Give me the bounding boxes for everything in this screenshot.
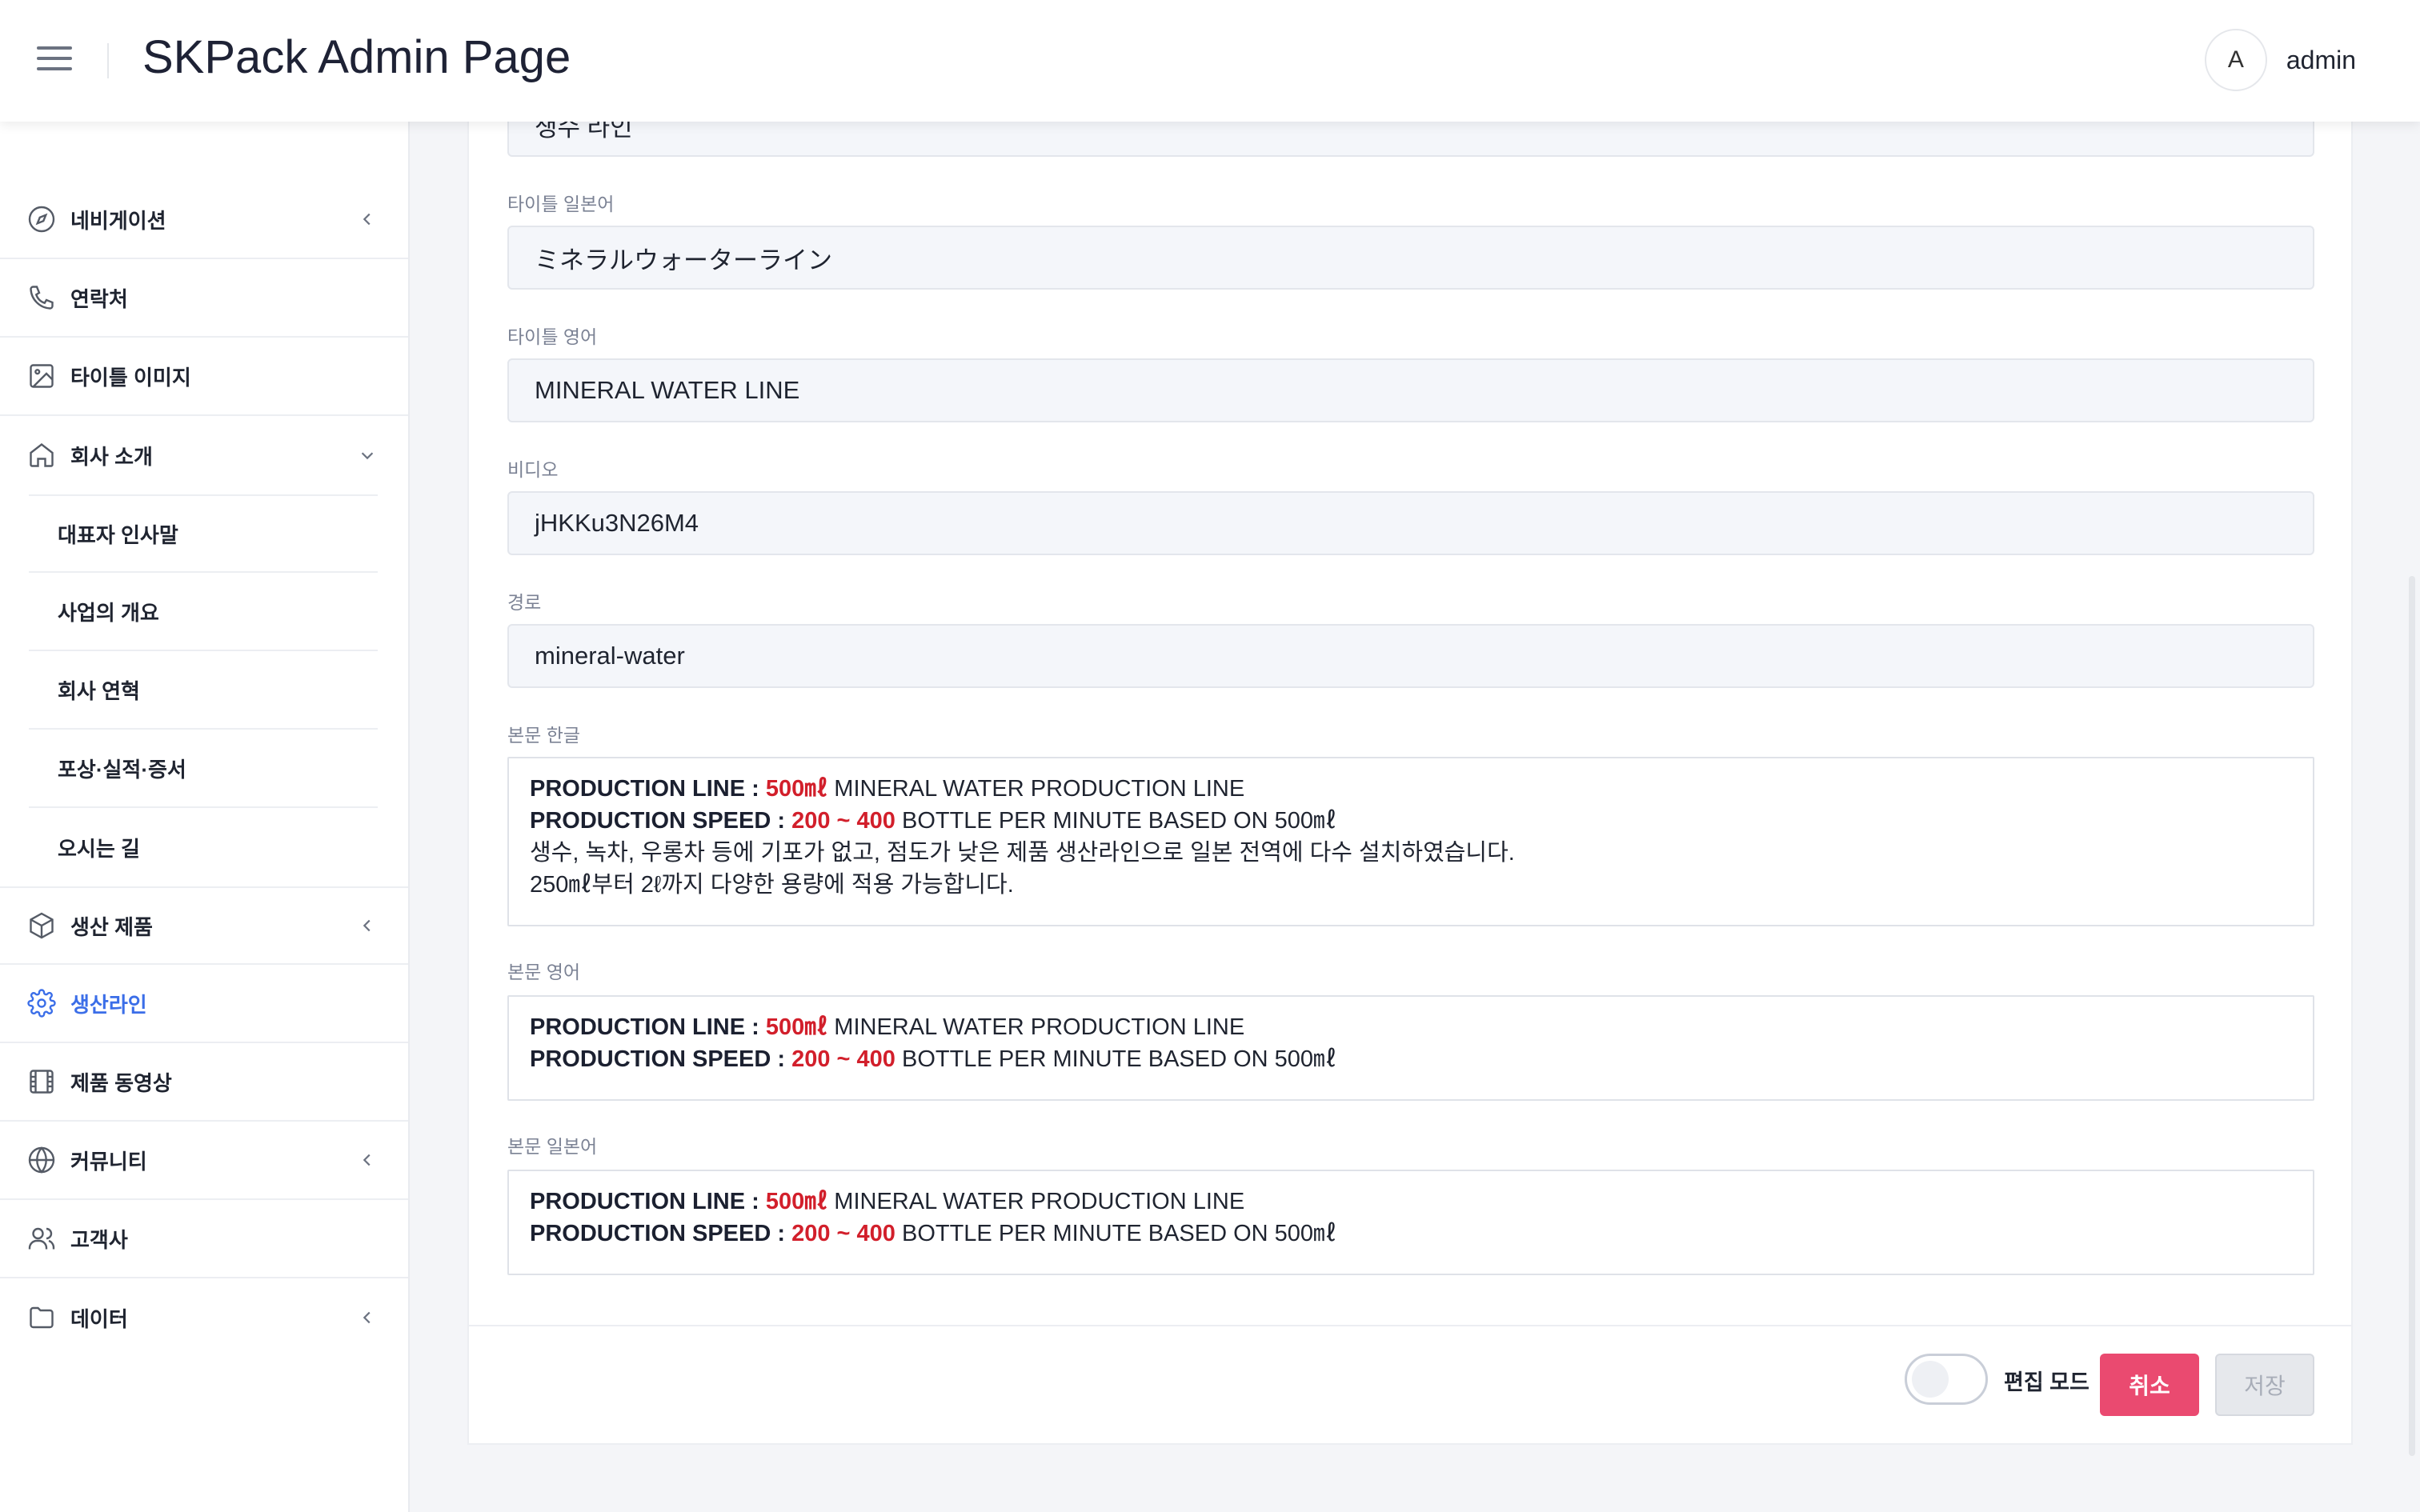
sidebar-subitem-directions[interactable]: 오시는 길: [29, 808, 378, 886]
sidebar-subitem-ceo-greeting[interactable]: 대표자 인사말: [29, 494, 378, 573]
title-jp-label: 타이틀 일본어: [507, 194, 615, 214]
sidebar-item-label: 타이틀 이미지: [70, 365, 191, 390]
sidebar-subitem-label: 회사 연혁: [58, 678, 140, 703]
chevron-left-icon: [359, 210, 376, 228]
body-line: PRODUCTION LINE : 500㎖ MINERAL WATER PRO…: [530, 1189, 1245, 1214]
user-menu[interactable]: A admin: [2204, 29, 2356, 91]
sidebar: 네비게이션 연락처 타이틀 이미지 회사 소개 대표자 인사말 사업의 개요 회…: [0, 122, 410, 1512]
compass-icon: [27, 205, 56, 234]
home-icon: [27, 441, 56, 470]
card-footer-divider: [469, 1325, 2351, 1326]
image-icon: [27, 362, 56, 390]
sidebar-item-label: 네비게이션: [70, 208, 166, 233]
chevron-left-icon: [359, 917, 376, 934]
body-ko-editor[interactable]: PRODUCTION LINE : 500㎖ MINERAL WATER PRO…: [507, 757, 2314, 926]
video-label: 비디오: [507, 459, 559, 480]
chevron-left-icon: [359, 1309, 376, 1326]
title-en-value: MINERAL WATER LINE: [535, 376, 800, 404]
video-value: jHKKu3N26M4: [535, 509, 699, 537]
path-input[interactable]: mineral-water: [507, 624, 2314, 688]
sidebar-item-contact[interactable]: 연락처: [0, 259, 408, 338]
sidebar-item-label: 생산라인: [70, 992, 147, 1017]
path-label: 경로: [507, 592, 542, 613]
body-line: 250㎖부터 2ℓ까지 다양한 용량에 적용 가능합니다.: [530, 872, 1014, 898]
body-line: PRODUCTION SPEED : 200 ~ 400 BOTTLE PER …: [530, 1046, 1337, 1072]
sidebar-subitem-business-overview[interactable]: 사업의 개요: [29, 573, 378, 651]
sidebar-item-title-image[interactable]: 타이틀 이미지: [0, 338, 408, 416]
chevron-left-icon: [359, 1151, 376, 1169]
edit-mode-toggle[interactable]: [1905, 1354, 1988, 1405]
globe-icon: [27, 1146, 56, 1174]
sidebar-subitem-label: 대표자 인사말: [58, 522, 178, 547]
header-divider: [107, 43, 109, 78]
cancel-button[interactable]: 취소: [2100, 1354, 2199, 1416]
sidebar-item-label: 데이터: [70, 1306, 128, 1331]
title-jp-value: ミネラルウォーターライン: [535, 246, 832, 274]
sidebar-item-label: 제품 동영상: [70, 1070, 172, 1095]
sidebar-item-production-line[interactable]: 생산라인: [0, 965, 408, 1043]
sidebar-item-community[interactable]: 커뮤니티: [0, 1122, 408, 1200]
users-icon: [27, 1224, 56, 1253]
body-en-label: 본문 영어: [507, 962, 581, 982]
sidebar-item-product-video[interactable]: 제품 동영상: [0, 1043, 408, 1122]
sidebar-subitem-label: 포상·실적·증서: [58, 757, 186, 782]
body-line: PRODUCTION SPEED : 200 ~ 400 BOTTLE PER …: [530, 808, 1337, 834]
title-en-label: 타이틀 영어: [507, 326, 598, 347]
gear-icon: [27, 989, 56, 1018]
sidebar-item-clients[interactable]: 고객사: [0, 1200, 408, 1278]
edit-mode-label: 편집 모드: [2004, 1370, 2089, 1394]
chevron-down-icon: [359, 446, 376, 464]
avatar[interactable]: A: [2204, 29, 2267, 91]
body-jp-label: 본문 일본어: [507, 1136, 598, 1157]
sidebar-item-label: 커뮤니티: [70, 1149, 147, 1174]
sidebar-item-label: 생산 제품: [70, 914, 153, 939]
path-value: mineral-water: [535, 642, 685, 670]
sidebar-item-label: 고객사: [70, 1227, 128, 1252]
save-button[interactable]: 저장: [2215, 1354, 2314, 1416]
sidebar-subitem-awards[interactable]: 포상·실적·증서: [29, 730, 378, 808]
sidebar-subitem-label: 오시는 길: [58, 836, 140, 861]
phone-icon: [27, 283, 56, 312]
body-line: PRODUCTION LINE : 500㎖ MINERAL WATER PRO…: [530, 1014, 1245, 1040]
scrollbar[interactable]: [2409, 576, 2415, 1456]
body-line: PRODUCTION LINE : 500㎖ MINERAL WATER PRO…: [530, 776, 1245, 802]
sidebar-subitem-label: 사업의 개요: [58, 600, 159, 625]
film-icon: [27, 1067, 56, 1096]
sidebar-item-label: 회사 소개: [70, 444, 153, 469]
toggle-knob: [1912, 1361, 1949, 1398]
body-ko-label: 본문 한글: [507, 725, 581, 746]
box-icon: [27, 911, 56, 940]
title-en-input[interactable]: MINERAL WATER LINE: [507, 358, 2314, 422]
folder-icon: [27, 1303, 56, 1332]
body-en-editor[interactable]: PRODUCTION LINE : 500㎖ MINERAL WATER PRO…: [507, 995, 2314, 1101]
username[interactable]: admin: [2286, 46, 2356, 75]
menu-icon[interactable]: [37, 46, 72, 74]
sidebar-item-data[interactable]: 데이터: [0, 1278, 408, 1357]
sidebar-subitem-history[interactable]: 회사 연혁: [29, 651, 378, 730]
body-line: PRODUCTION SPEED : 200 ~ 400 BOTTLE PER …: [530, 1221, 1337, 1246]
top-header: SKPack Admin Page A admin: [0, 0, 2420, 122]
title-jp-input[interactable]: ミネラルウォーターライン: [507, 226, 2314, 290]
video-input[interactable]: jHKKu3N26M4: [507, 491, 2314, 555]
page-title: SKPack Admin Page: [142, 31, 571, 83]
sidebar-item-company[interactable]: 회사 소개: [0, 416, 408, 494]
sidebar-item-products[interactable]: 생산 제품: [0, 886, 408, 965]
body-line: 생수, 녹차, 우롱차 등에 기포가 없고, 점도가 낮은 제품 생산라인으로 …: [530, 840, 1515, 866]
body-jp-editor[interactable]: PRODUCTION LINE : 500㎖ MINERAL WATER PRO…: [507, 1170, 2314, 1275]
sidebar-item-label: 연락처: [70, 286, 128, 311]
sidebar-item-navigation[interactable]: 네비게이션: [0, 181, 408, 259]
